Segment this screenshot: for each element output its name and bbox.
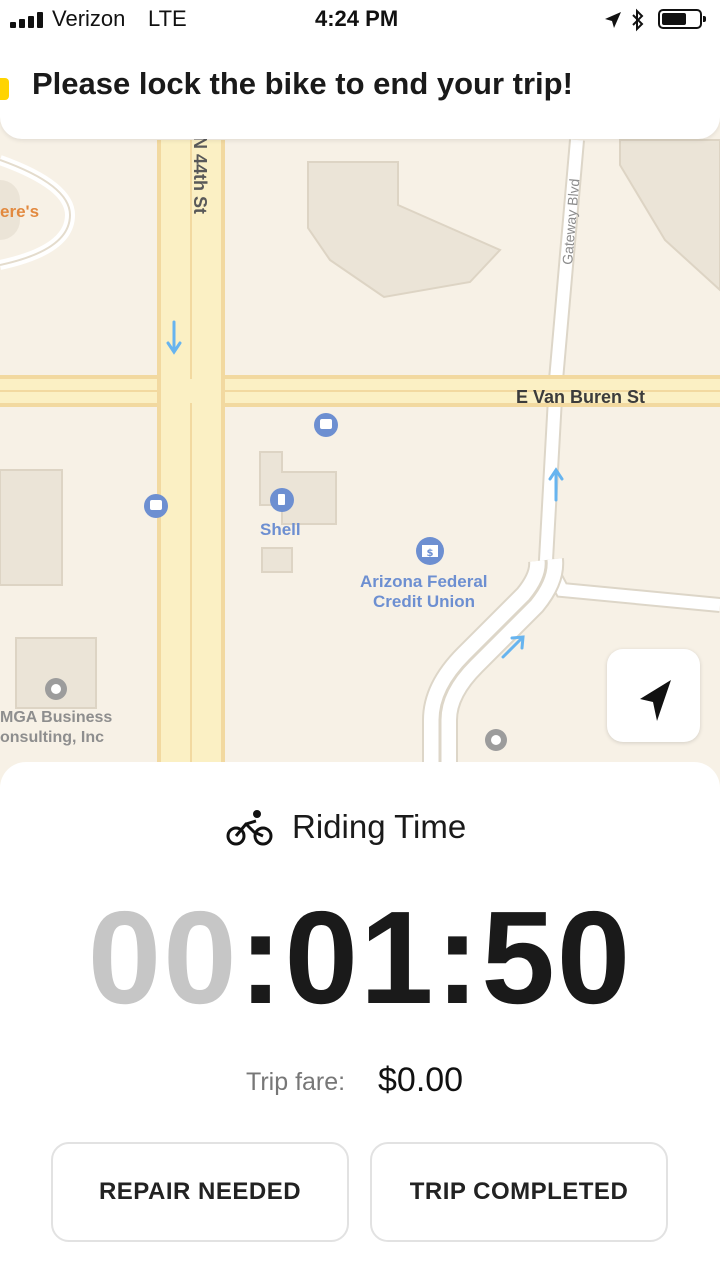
signal-strength-icon (10, 12, 44, 28)
poi-icon (45, 678, 67, 700)
timer-separator: : (435, 884, 482, 1031)
bank-icon: $ (416, 537, 444, 565)
repair-needed-button[interactable]: REPAIR NEEDED (51, 1142, 349, 1242)
bus-stop-icon (314, 413, 338, 437)
battery-icon (658, 9, 706, 29)
poi-label-partial: ere's (0, 202, 40, 221)
timer-separator: : (238, 884, 285, 1031)
lock-reminder-banner: Please lock the bike to end your trip! (0, 40, 720, 139)
riding-time-title: Riding Time (292, 808, 467, 845)
timer-hours: 00 (87, 884, 239, 1031)
street-label-n44th: N 44th St (190, 136, 210, 215)
bicycle-icon (226, 810, 273, 846)
timer-seconds: 50 (481, 884, 633, 1031)
clock: 4:24 PM (315, 6, 399, 31)
banner-accent (0, 78, 9, 100)
bluetooth-icon (632, 8, 644, 32)
timer-minutes: 01 (284, 884, 436, 1031)
network-type: LTE (148, 6, 187, 31)
svg-text:$: $ (427, 548, 434, 559)
navigation-arrow-icon (640, 680, 671, 721)
poi-label-mga-1: MGA Business (0, 709, 113, 726)
trip-fare-label: Trip fare: (246, 1068, 346, 1096)
location-arrow-icon (605, 12, 621, 28)
trip-fare-value: $0.00 (378, 1061, 464, 1099)
poi-label-shell: Shell (260, 520, 301, 539)
poi-icon (485, 729, 507, 751)
carrier-name: Verizon (52, 6, 126, 31)
poi-label-mga-2: onsulting, Inc (0, 729, 104, 746)
gas-station-icon (270, 488, 294, 512)
bus-stop-icon (144, 494, 168, 518)
street-label-van-buren: E Van Buren St (516, 387, 646, 407)
poi-label-credit-union-1: Arizona Federal (360, 572, 488, 591)
trip-completed-button[interactable]: TRIP COMPLETED (370, 1142, 668, 1242)
ride-timer: 00:01:50 (0, 892, 720, 1024)
status-bar: Verizon LTE 4:24 PM (0, 0, 720, 40)
banner-message: Please lock the bike to end your trip! (32, 66, 573, 101)
my-location-button[interactable] (607, 649, 700, 742)
poi-label-credit-union-2: Credit Union (373, 592, 475, 611)
ride-sheet: Riding Time 00:01:50 Trip fare: $0.00 RE… (0, 762, 720, 1280)
